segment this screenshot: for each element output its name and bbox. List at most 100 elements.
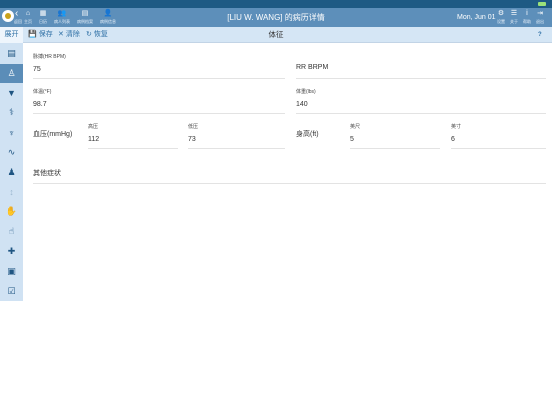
- folder-icon: ▤: [81, 10, 89, 17]
- pulse-label: 脉搏(HR BPM): [33, 54, 66, 60]
- sidebar: ▤ ♙ ▼ ⚕ ♆ ∿ ♟ ↕ ✋ ☝ ✚ ▣ ☑: [0, 43, 23, 301]
- diastolic-input[interactable]: 73: [188, 136, 196, 143]
- tooth-icon: ♆: [8, 127, 15, 138]
- sidebar-item-1[interactable]: ♙: [0, 63, 23, 83]
- save-icon: 💾: [28, 31, 37, 38]
- sidebar-item-2[interactable]: ▼: [0, 84, 23, 103]
- hand-icon: ✋: [5, 206, 18, 217]
- nav-item-1[interactable]: ▦ 日历: [39, 8, 47, 27]
- divider: [88, 148, 178, 149]
- notebook-icon: ▤: [7, 48, 16, 58]
- divider: [33, 183, 546, 184]
- systolic-label: 高压: [88, 124, 99, 130]
- nav-item-4[interactable]: 👤 病例信息: [100, 8, 116, 27]
- header-action-label: 帮助: [523, 19, 531, 24]
- nav-item-3[interactable]: ▤ 病例档案: [77, 8, 93, 27]
- sidebar-item-4[interactable]: ♆: [0, 123, 23, 142]
- rr-field[interactable]: RR BRPM: [296, 64, 328, 71]
- blood-pressure-label: 血压(mmHg): [33, 131, 73, 138]
- status-bar: [0, 0, 552, 8]
- header-right-items: ⚙ 设置 ☰ 关于 ⅰ 帮助 ⇥ 退出: [497, 8, 549, 27]
- diastolic-label: 低压: [188, 124, 199, 130]
- gear-icon: ⚙: [497, 10, 505, 17]
- nav-item-label: 主页: [24, 19, 32, 24]
- help-button[interactable]: ?: [538, 27, 542, 43]
- height-label: 身高(ft): [296, 131, 319, 138]
- temperature-label: 体温(°F): [33, 89, 52, 95]
- divider: [296, 78, 546, 79]
- sidebar-item-6[interactable]: ♟: [0, 163, 23, 182]
- other-symptoms-field[interactable]: 其他症状: [33, 168, 61, 178]
- divider: [188, 148, 285, 149]
- date-label: Mon, Jun 01: [457, 14, 496, 21]
- sidebar-item-5[interactable]: ∿: [0, 143, 23, 162]
- weight-label: 体重(lbs): [296, 89, 316, 95]
- weight-input[interactable]: 140: [296, 101, 308, 108]
- temperature-input[interactable]: 98.7: [33, 101, 47, 108]
- divider: [350, 148, 440, 149]
- add-icon: ✚: [7, 246, 16, 256]
- section-title: 体征: [268, 30, 284, 39]
- divider: [33, 78, 285, 79]
- nav-item-0[interactable]: ⌂ 主页: [24, 8, 32, 27]
- pulse-input[interactable]: 75: [33, 66, 41, 73]
- nav-items: ⌂ 主页 ▦ 日历 👥 病人列表 ▤ 病例档案 👤 病例信息: [24, 8, 123, 27]
- finger-icon: ☝: [8, 226, 15, 237]
- header-action-label: 设置: [497, 19, 505, 24]
- inches-label: 英寸: [451, 124, 462, 130]
- nav-item-label: 病人列表: [54, 19, 70, 24]
- back-label: 返回: [14, 19, 22, 24]
- pill-icon: ▼: [7, 88, 16, 99]
- sidebar-item-7[interactable]: ↕: [0, 183, 23, 202]
- sidebar-item-3[interactable]: ⚕: [0, 103, 23, 122]
- header-action-0[interactable]: ⚙ 设置: [497, 8, 505, 27]
- person-icon: ♟: [7, 166, 16, 177]
- header-action-3[interactable]: ⇥ 退出: [536, 8, 544, 27]
- person-icon: 👤: [103, 10, 113, 17]
- close-icon: ✕: [58, 31, 64, 38]
- nav-item-label: 病例信息: [100, 19, 116, 24]
- divider: [451, 148, 546, 149]
- syringe-icon: ↕: [9, 187, 14, 198]
- header-action-label: 关于: [510, 19, 518, 24]
- header-action-2[interactable]: ⅰ 帮助: [523, 8, 531, 27]
- expand-button[interactable]: 展开: [0, 27, 23, 43]
- sidebar-item-9[interactable]: ☝: [0, 222, 23, 241]
- clear-label: 清除: [65, 31, 80, 38]
- body-icon: ♙: [7, 67, 16, 78]
- calendar-icon: ▦: [39, 10, 47, 17]
- restore-button[interactable]: ↻ 恢复: [86, 27, 108, 43]
- sidebar-item-10[interactable]: ✚: [0, 242, 23, 261]
- info-icon: ⅰ: [526, 10, 528, 17]
- inches-input[interactable]: 6: [451, 136, 455, 143]
- feet-input[interactable]: 5: [350, 136, 354, 143]
- checklist-icon: ☑: [7, 285, 16, 296]
- list-icon: ☰: [510, 10, 518, 17]
- restore-label: 恢复: [93, 31, 108, 38]
- pulse-icon: ∿: [7, 147, 16, 157]
- nav-item-label: 病例档案: [77, 19, 93, 24]
- systolic-input[interactable]: 112: [88, 136, 99, 143]
- battery-icon: [538, 2, 546, 6]
- logout-icon: ⇥: [537, 10, 543, 17]
- app-logo: [2, 10, 14, 22]
- nav-item-2[interactable]: 👥 病人列表: [54, 8, 70, 27]
- nav-item-label: 日历: [39, 19, 47, 24]
- toolbar: 展开 💾 保存 ✕ 清除 ↻ 恢复 体征 ?: [0, 27, 552, 43]
- home-icon: ⌂: [25, 10, 31, 17]
- people-icon: 👥: [57, 10, 67, 17]
- save-button[interactable]: 💾 保存: [28, 27, 53, 43]
- header-action-1[interactable]: ☰ 关于: [510, 8, 518, 27]
- clear-button[interactable]: ✕ 清除: [58, 27, 80, 43]
- sidebar-item-11[interactable]: ▣: [0, 262, 23, 281]
- top-nav-bar: ‹ 返回 ⌂ 主页 ▦ 日历 👥 病人列表 ▤ 病例档案 👤 病例信息 [LIU W. WANG]…: [0, 8, 552, 27]
- header-action-label: 退出: [536, 19, 544, 24]
- save-label: 保存: [38, 31, 53, 38]
- divider: [296, 113, 546, 114]
- sidebar-item-12[interactable]: ☑: [0, 282, 23, 301]
- feet-label: 英尺: [350, 124, 361, 130]
- sidebar-item-0[interactable]: ▤: [0, 44, 23, 63]
- stethoscope-icon: ⚕: [9, 107, 14, 118]
- divider: [33, 113, 285, 114]
- sidebar-item-8[interactable]: ✋: [0, 202, 23, 221]
